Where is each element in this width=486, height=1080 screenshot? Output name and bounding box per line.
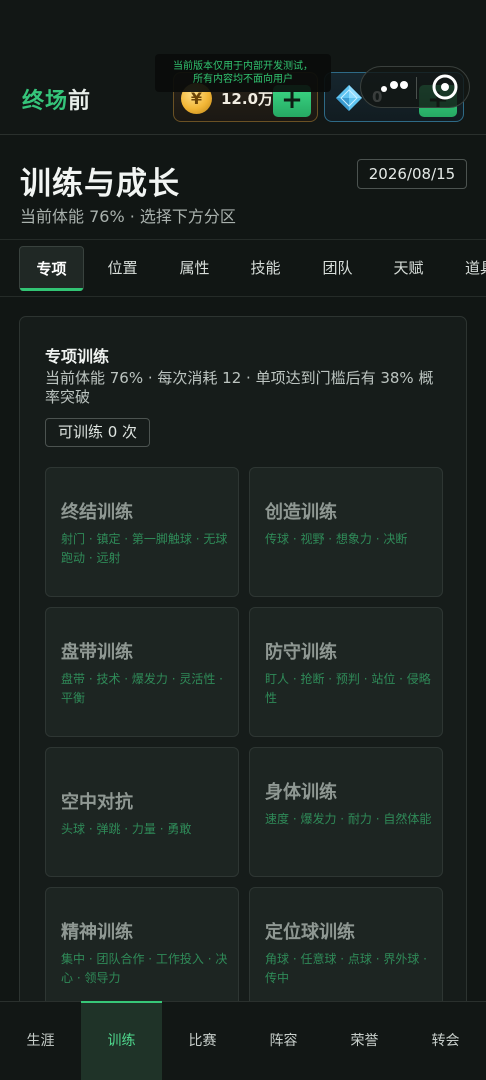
tab-specialty[interactable]: 专项 (19, 246, 84, 291)
tab-position[interactable]: 位置 (90, 246, 155, 291)
page-subtitle: 当前体能 76% · 选择下方分区 (20, 207, 236, 226)
nav-career[interactable]: 生涯 (0, 1002, 81, 1080)
tile-title: 定位球训练 (265, 922, 355, 943)
tile-tags: 盘带 · 技术 · 爆发力 · 灵活性 · 平衡 (61, 672, 223, 705)
page-title: 训练与成长 (20, 166, 180, 202)
tile-tags: 集中 · 团队合作 · 工作投入 · 决心 · 领导力 (61, 952, 228, 985)
nav-squad[interactable]: 阵容 (243, 1002, 324, 1080)
more-dots-icon[interactable] (375, 75, 415, 99)
mini-program-capsule (360, 66, 470, 108)
training-tile-aerial[interactable]: 空中对抗 头球 · 弹跳 · 力量 · 勇敢 (45, 747, 239, 877)
notice-line-1: 当前版本仅用于内部开发测试， (173, 61, 313, 72)
card-description: 当前体能 76% · 每次消耗 12 · 单项达到门槛后有 38% 概率突破 (45, 369, 434, 406)
training-tile-dribbling[interactable]: 盘带训练 盘带 · 技术 · 爆发力 · 灵活性 · 平衡 (45, 607, 239, 737)
top-bar: 终场前 当前版本仅用于内部开发测试， 所有内容均不面向用户 ¥ 12.0万 + … (0, 0, 486, 135)
capsule-divider (416, 77, 417, 99)
tile-title: 空中对抗 (61, 792, 133, 813)
tile-tags: 角球 · 任意球 · 点球 · 界外球 · 传中 (265, 952, 427, 985)
bottom-navigation: 生涯 训练 比赛 阵容 荣誉 转会 (0, 1001, 486, 1080)
nav-training[interactable]: 训练 (81, 1001, 162, 1080)
training-tile-set-pieces[interactable]: 定位球训练 角球 · 任意球 · 点球 · 界外球 · 传中 (249, 887, 443, 1017)
available-count-badge: 可训练 0 次 (45, 418, 150, 447)
tile-tags: 头球 · 弹跳 · 力量 · 勇敢 (61, 822, 192, 836)
notice-line-2: 所有内容均不面向用户 (193, 74, 293, 85)
tab-attributes[interactable]: 属性 (162, 246, 227, 291)
card-title: 专项训练 (45, 347, 110, 366)
tab-talent[interactable]: 天赋 (376, 246, 441, 291)
training-tile-physical[interactable]: 身体训练 速度 · 爆发力 · 耐力 · 自然体能 (249, 747, 443, 877)
category-tabs: 专项 位置 属性 技能 团队 天赋 道具 (0, 239, 486, 297)
nav-match[interactable]: 比赛 (162, 1002, 243, 1080)
training-tile-finishing[interactable]: 终结训练 射门 · 镇定 · 第一脚触球 · 无球跑动 · 远射 (45, 467, 239, 597)
tile-title: 盘带训练 (61, 642, 133, 663)
nav-transfer[interactable]: 转会 (405, 1002, 486, 1080)
tile-tags: 盯人 · 抢断 · 预判 · 站位 · 侵略性 (265, 672, 431, 705)
tile-title: 防守训练 (265, 642, 337, 663)
training-tile-creativity[interactable]: 创造训练 传球 · 视野 · 想象力 · 决断 (249, 467, 443, 597)
specialty-training-card: 专项训练 当前体能 76% · 每次消耗 12 · 单项达到门槛后有 38% 概… (19, 316, 467, 1036)
date-badge: 2026/08/15 (357, 159, 467, 189)
tab-items[interactable]: 道具 (448, 246, 486, 291)
training-tile-defending[interactable]: 防守训练 盯人 · 抢断 · 预判 · 站位 · 侵略性 (249, 607, 443, 737)
tile-tags: 射门 · 镇定 · 第一脚触球 · 无球跑动 · 远射 (61, 532, 228, 565)
tile-tags: 速度 · 爆发力 · 耐力 · 自然体能 (265, 812, 432, 826)
nav-honors[interactable]: 荣誉 (324, 1002, 405, 1080)
target-icon[interactable] (431, 73, 459, 101)
brand-logo: 终场前 (22, 83, 91, 115)
tab-skills[interactable]: 技能 (233, 246, 298, 291)
tile-title: 身体训练 (265, 782, 337, 803)
brand-part-1: 终场 (22, 89, 69, 114)
diamond-icon (336, 85, 362, 111)
tile-tags: 传球 · 视野 · 想象力 · 决断 (265, 532, 408, 546)
tile-title: 创造训练 (265, 502, 337, 523)
dev-notice-banner: 当前版本仅用于内部开发测试， 所有内容均不面向用户 (155, 54, 331, 92)
tile-title: 精神训练 (61, 922, 133, 943)
training-tile-mental[interactable]: 精神训练 集中 · 团队合作 · 工作投入 · 决心 · 领导力 (45, 887, 239, 1017)
tile-title: 终结训练 (61, 502, 133, 523)
tab-team[interactable]: 团队 (305, 246, 370, 291)
brand-part-2: 前 (68, 89, 92, 114)
